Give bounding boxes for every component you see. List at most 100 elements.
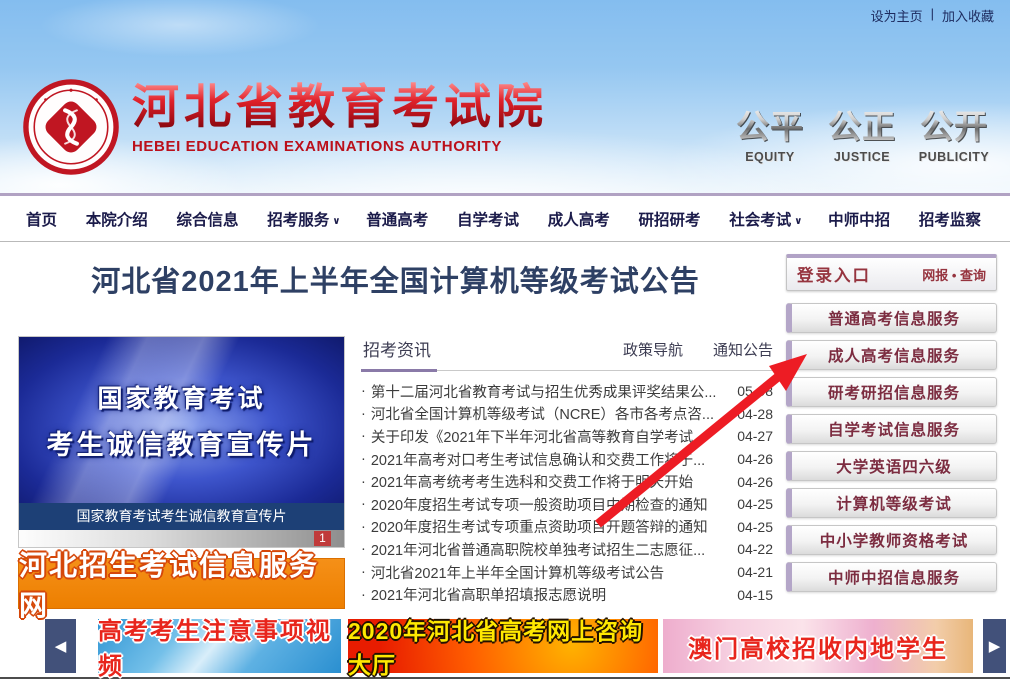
- nav-item-label: 研招研考: [638, 212, 700, 229]
- sidebar-service-button[interactable]: 计算机等级考试: [786, 488, 997, 518]
- bullet-icon: ·: [361, 496, 366, 512]
- nav-item[interactable]: 自学考试: [457, 208, 522, 230]
- sidebar-service-button-label: 大学英语四六级: [836, 455, 952, 477]
- banner-exam-notes-video[interactable]: 高考考生注意事项视频: [98, 619, 341, 673]
- video-thumbnail[interactable]: 国家教育考试 考生诚信教育宣传片: [19, 337, 344, 503]
- login-entry-box: 登录入口 网报 • 查询: [786, 254, 997, 291]
- nav-item-label: 首页: [26, 212, 57, 229]
- news-item[interactable]: · 河北省全国计算机等级考试（NCRE）各市各考点咨... 04-28: [361, 403, 773, 426]
- sidebar-service-button-label: 计算机等级考试: [836, 492, 952, 514]
- news-item[interactable]: · 2020年度招生考试专项重点资助项目开题答辩的通知 04-25: [361, 516, 773, 539]
- sidebar-service-button[interactable]: 自学考试信息服务: [786, 414, 997, 444]
- nav-item-label: 成人高考: [548, 212, 610, 229]
- main-column: 河北省2021年上半年全国计算机等级考试公告 国家教育考试 考生诚信教育宣传片 …: [18, 254, 773, 609]
- banner-macau-recruit[interactable]: 澳门高校招收内地学生: [663, 619, 973, 673]
- video-caption[interactable]: 国家教育考试考生诚信教育宣传片: [19, 503, 344, 530]
- carousel-left-arrow-icon[interactable]: ◀: [45, 619, 76, 673]
- news-item[interactable]: · 关于印发《2021年下半年河北省高等教育自学考试... 04-27: [361, 425, 773, 448]
- nav-item[interactable]: 招考监察: [919, 208, 984, 230]
- sidebar-service-button-label: 自学考试信息服务: [828, 418, 960, 440]
- site-title-block: 河北省教育考试院 HEBEI EDUCATION EXAMINATIONS AU…: [132, 78, 548, 155]
- sidebar: 登录入口 网报 • 查询 普通高考信息服务成人高考信息服务研考研招信息服务自学考…: [786, 254, 997, 609]
- page-title[interactable]: 河北省2021年上半年全国计算机等级考试公告: [18, 258, 773, 300]
- news-item-title: 2021年高考对口考生考试信息确认和交费工作将于...: [371, 449, 717, 470]
- nav-item-label: 自学考试: [457, 212, 519, 229]
- info-service-banner-label: 河北招生考试信息服务网: [19, 544, 344, 624]
- news-item[interactable]: · 2021年河北省高职单招填报志愿说明 04-15: [361, 583, 773, 606]
- nav-item[interactable]: 招考服务∨: [267, 208, 340, 230]
- banner-online-consult-hall[interactable]: 2020年河北省高考网上咨询大厅: [348, 619, 658, 673]
- info-service-banner[interactable]: 河北招生考试信息服务网: [18, 558, 345, 609]
- news-item-date: 04-25: [727, 519, 773, 535]
- motto-badge-en: JUSTICE: [824, 150, 900, 164]
- sidebar-service-button-label: 中小学教师资格考试: [820, 529, 969, 551]
- tab-policy-guide[interactable]: 政策导航: [623, 339, 683, 370]
- news-item-date: 05-08: [727, 383, 773, 399]
- news-item-title: 河北省全国计算机等级考试（NCRE）各市各考点咨...: [371, 403, 717, 424]
- sidebar-service-button[interactable]: 研考研招信息服务: [786, 377, 997, 407]
- video-page-indicator[interactable]: 1: [314, 531, 331, 546]
- bullet-icon: ·: [361, 474, 366, 490]
- nav-item[interactable]: 研招研考: [638, 208, 703, 230]
- tab-notices[interactable]: 通知公告: [713, 339, 773, 370]
- nav-item[interactable]: 普通高考: [366, 208, 431, 230]
- video-widget[interactable]: 国家教育考试 考生诚信教育宣传片 国家教育考试考生诚信教育宣传片 1: [18, 336, 345, 548]
- nav-item[interactable]: 中师中招: [828, 208, 893, 230]
- sidebar-service-button-label: 普通高考信息服务: [828, 307, 960, 329]
- nav-item[interactable]: 综合信息: [177, 208, 242, 230]
- news-list: · 第十二届河北省教育考试与招生优秀成果评奖结果公... 05-08 · 河北省…: [361, 371, 773, 606]
- news-item[interactable]: · 第十二届河北省教育考试与招生优秀成果评奖结果公... 05-08: [361, 380, 773, 403]
- login-report-query-links[interactable]: 网报 • 查询: [922, 265, 986, 284]
- news-item[interactable]: · 2021年高考对口考生考试信息确认和交费工作将于... 04-26: [361, 448, 773, 471]
- tab-recruitment-news[interactable]: 招考资讯: [361, 336, 437, 372]
- nav-item[interactable]: 首页: [26, 208, 60, 230]
- nav-item-label: 普通高考: [366, 212, 428, 229]
- sidebar-service-button[interactable]: 大学英语四六级: [786, 451, 997, 481]
- nav-item[interactable]: 本院介绍: [86, 208, 151, 230]
- nav-item-label: 本院介绍: [86, 212, 148, 229]
- sidebar-service-button-label: 中师中招信息服务: [828, 566, 960, 588]
- bullet-icon: ·: [361, 383, 366, 399]
- sidebar-service-button[interactable]: 普通高考信息服务: [786, 303, 997, 333]
- news-item[interactable]: · 2021年高考统考考生选科和交费工作将于明天开始 04-26: [361, 470, 773, 493]
- nav-item[interactable]: 成人高考: [548, 208, 613, 230]
- carousel-right-arrow-icon[interactable]: ▶: [983, 619, 1006, 673]
- nav-item-label: 社会考试: [729, 212, 791, 229]
- news-item[interactable]: · 2020年度招生考试专项一般资助项目中期检查的通知 04-25: [361, 493, 773, 516]
- set-home-link[interactable]: 设为主页: [871, 6, 923, 25]
- bullet-icon: ·: [361, 406, 366, 422]
- content-area: 河北省2021年上半年全国计算机等级考试公告 国家教育考试 考生诚信教育宣传片 …: [0, 242, 1010, 609]
- news-item-date: 04-26: [727, 451, 773, 467]
- motto-badge-en: EQUITY: [732, 150, 808, 164]
- bullet-icon: ·: [361, 451, 366, 467]
- banner-macau-recruit-label: 澳门高校招收内地学生: [688, 629, 948, 664]
- logo[interactable]: 河北省教育考试院 HEBEI EDUCATION EXAMINATIONS AU…: [22, 78, 548, 176]
- sidebar-service-button[interactable]: 中小学教师资格考试: [786, 525, 997, 555]
- site-subtitle: HEBEI EDUCATION EXAMINATIONS AUTHORITY: [132, 138, 548, 155]
- motto-badge: 公平 EQUITY: [732, 100, 808, 164]
- nav-item-label: 中师中招: [828, 212, 890, 229]
- bullet-icon: ·: [361, 564, 366, 580]
- news-item[interactable]: · 河北省2021年上半年全国计算机等级考试公告 04-21: [361, 561, 773, 584]
- sidebar-service-button[interactable]: 中师中招信息服务: [786, 562, 997, 592]
- login-entry-label[interactable]: 登录入口: [797, 262, 871, 286]
- bottom-banner-strip: ◀ 高考考生注意事项视频 2020年河北省高考网上咨询大厅 澳门高校招收内地学生…: [45, 619, 1010, 673]
- sidebar-buttons: 普通高考信息服务成人高考信息服务研考研招信息服务自学考试信息服务大学英语四六级计…: [786, 303, 997, 592]
- main-nav: 首页 本院介绍 综合信息 招考服务∨ 普通高考 自学考试 成人高考 研招研考 社会考试∨ 中师中招…: [0, 193, 1010, 242]
- video-pager-bar: 1: [19, 530, 344, 547]
- nav-item[interactable]: 社会考试∨: [729, 208, 802, 230]
- header: 设为主页 | 加入收藏 河北省教育考试院 HEBEI EDUCATION EXA…: [0, 0, 1010, 193]
- news-item-date: 04-26: [727, 474, 773, 490]
- add-favorite-link[interactable]: 加入收藏: [942, 6, 994, 25]
- page: 设为主页 | 加入收藏 河北省教育考试院 HEBEI EDUCATION EXA…: [0, 0, 1010, 683]
- sidebar-service-button-label: 研考研招信息服务: [828, 381, 960, 403]
- news-item-date: 04-22: [727, 541, 773, 557]
- banner-online-consult-hall-label: 2020年河北省高考网上咨询大厅: [348, 612, 658, 680]
- news-item-title: 关于印发《2021年下半年河北省高等教育自学考试...: [371, 426, 717, 447]
- news-panel: 招考资讯 政策导航 通知公告 · 第十二届河北省教育考试与招生优秀成果评奖结果公…: [361, 336, 773, 609]
- news-item[interactable]: · 2021年河北省普通高职院校单独考试招生二志愿征... 04-22: [361, 538, 773, 561]
- motto-badges: 公平 EQUITY 公正 JUSTICE 公开 PUBLICITY: [732, 100, 992, 164]
- news-item-title: 2020年度招生考试专项一般资助项目中期检查的通知: [371, 494, 717, 515]
- top-links-divider: |: [931, 6, 934, 25]
- sidebar-service-button[interactable]: 成人高考信息服务: [786, 340, 997, 370]
